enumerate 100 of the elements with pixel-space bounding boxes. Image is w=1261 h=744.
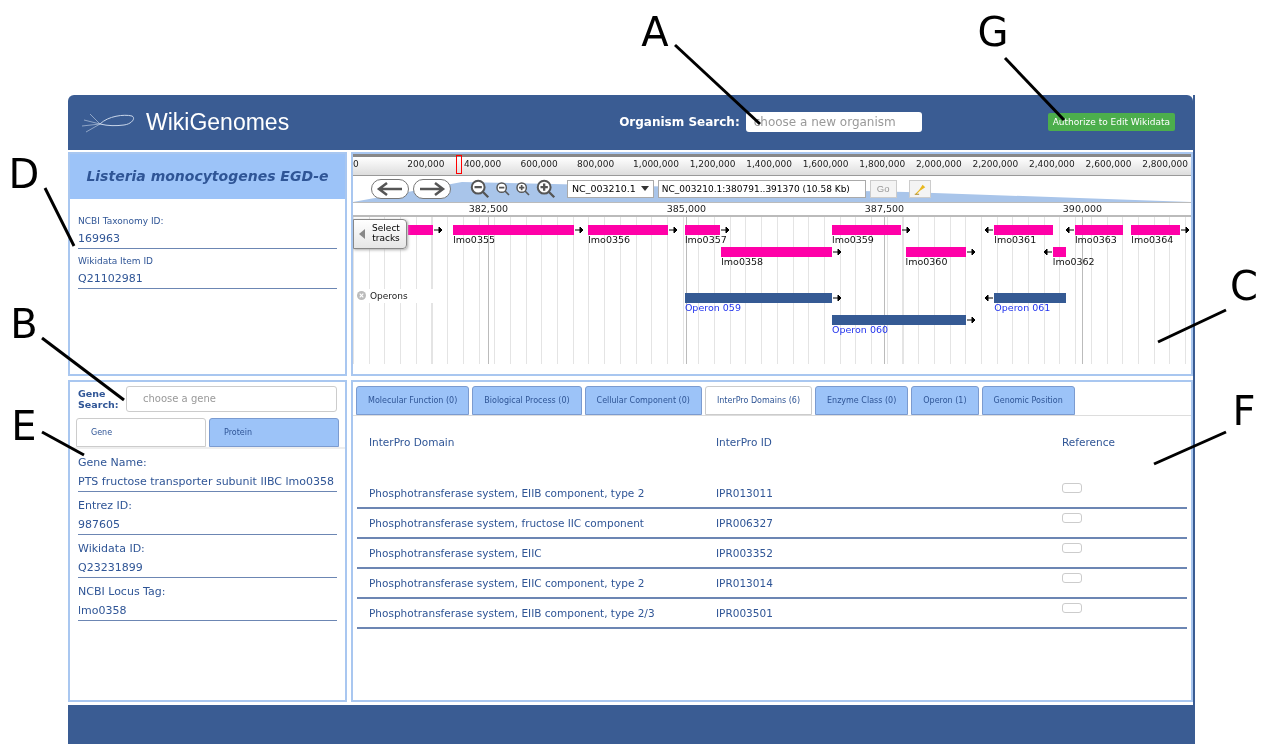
gene-bar[interactable] (994, 224, 1053, 235)
field-label: Wikidata Item ID (78, 254, 154, 268)
tab[interactable]: Genomic Position (981, 385, 1075, 415)
close-icon[interactable] (357, 291, 366, 301)
select-tracks-button[interactable]: Select tracks (353, 218, 407, 249)
location-field[interactable]: NC_003210.1:380791..391370 (10.58 Kb) (657, 179, 866, 198)
field-value: lmo0358 (78, 599, 337, 621)
tab[interactable]: InterPro Domains (6) (704, 385, 812, 415)
ruler-label: 387,500 (864, 202, 905, 214)
gene-label[interactable]: lmo0357 (684, 233, 727, 245)
gene-bar[interactable] (1052, 246, 1066, 257)
leader-line (41, 430, 85, 457)
operon-label[interactable]: Operon 061 (994, 301, 1051, 313)
ruler-label: 1,000,000 (633, 158, 679, 169)
field-label: Entrez ID: (78, 497, 133, 514)
table-cell-text: IPR006327 (716, 516, 774, 529)
search-label: Organism Search: (619, 115, 740, 130)
tab[interactable]: Cellular Component (0) (584, 385, 702, 415)
gene-bar[interactable] (1074, 224, 1124, 235)
gene-bar[interactable] (721, 246, 832, 257)
column-header: Reference (1062, 435, 1115, 448)
column-header: InterPro Domain (369, 435, 456, 448)
gene-label[interactable]: lmo0356 (588, 233, 631, 245)
overview-ruler[interactable]: 0 200,000 400,000 600,000 800,000 1,000,000 1,200,000 1,400,000 1,600,000 1,800,000 2,000,000 2,200,000 2,400,000 2,600,000 2,800,000 (353, 153, 1191, 176)
organism-name: Listeria monocytogenes EGD-e (86, 168, 329, 185)
gene-label[interactable]: lmo0360 (905, 255, 948, 267)
app-title: WikiGenomes (146, 108, 290, 136)
ruler-label: 2,000,000 (915, 158, 962, 169)
tab[interactable]: Enzyme Class (0) (815, 385, 909, 415)
gene-bar[interactable] (684, 224, 721, 235)
tab[interactable]: Biological Process (0) (472, 385, 582, 415)
ruler-label: 2,800,000 (1142, 158, 1188, 169)
ruler-label: 2,400,000 (1029, 158, 1075, 169)
table-cell-text: Phosphotransferase system, EIIC component, type 2 (369, 576, 646, 589)
gene-label[interactable]: lmo0364 (1131, 233, 1174, 245)
field-label: NCBI Taxonomy ID: (78, 214, 165, 228)
ruler-label: 390,000 (1062, 202, 1103, 214)
gene-label[interactable]: lmo0359 (832, 233, 874, 245)
callout-letter: G (977, 9, 1009, 55)
operon-label[interactable]: Operon 059 (684, 301, 741, 313)
ruler-label: 200,000 (407, 158, 445, 169)
zoom-in-icon[interactable] (535, 177, 557, 200)
callout-letter: F (1232, 388, 1256, 434)
ruler-label: 0 (353, 158, 359, 169)
gene-bar[interactable] (588, 224, 668, 235)
ruler-label: 1,600,000 (802, 158, 849, 169)
gene-bar[interactable] (905, 246, 967, 257)
ruler-label: 1,800,000 (859, 158, 906, 169)
search-label: Gene Search: (78, 387, 118, 410)
operon-label[interactable]: Operon 060 (832, 323, 889, 335)
zoom-out-icon[interactable] (495, 180, 511, 197)
pan-right-button[interactable] (413, 178, 451, 199)
table-cell-text: IPR003352 (716, 546, 774, 559)
tab[interactable]: Molecular Function (0) (356, 385, 470, 415)
gene-search-field[interactable]: choose a gene (126, 385, 337, 412)
tab[interactable]: Protein (209, 417, 339, 447)
leader-line (1157, 308, 1227, 344)
field-label: NCBI Locus Tag: (78, 583, 167, 600)
sequence-dropdown[interactable]: NC_003210.1 (567, 179, 654, 198)
tab[interactable]: Gene (76, 417, 206, 447)
gene-bar[interactable] (453, 224, 574, 235)
highlighter-button[interactable] (908, 179, 931, 198)
field-value: Q23231899 (78, 556, 337, 578)
ruler-label: 1,200,000 (689, 158, 736, 169)
table-cell-text: Phosphotransferase system, fructose IIC component (369, 516, 645, 529)
column-header: InterPro ID (716, 435, 773, 448)
table-cell-text: IPR003501 (716, 606, 774, 619)
gene-bar[interactable] (832, 224, 901, 235)
table-cell-text: IPR013014 (716, 576, 774, 589)
ruler-label: 385,000 (666, 202, 707, 214)
organism-search-field[interactable]: choose a new organism (745, 112, 922, 133)
field-label: Gene Name: (78, 454, 148, 471)
leader-line (43, 187, 76, 247)
ruler-label: 400,000 (463, 158, 502, 169)
callout-letter: A (641, 9, 669, 55)
gene-label[interactable]: lmo0355 (453, 233, 495, 245)
pan-left-button[interactable] (371, 178, 409, 199)
gene-label[interactable]: lmo0361 (994, 233, 1037, 245)
zoom-in-icon[interactable] (515, 180, 531, 197)
gene-label[interactable]: lmo0362 (1052, 255, 1095, 267)
gene-bar[interactable] (1131, 224, 1180, 235)
operon-bar[interactable] (832, 314, 967, 325)
ruler-label: 2,200,000 (972, 158, 1019, 169)
operon-bar[interactable] (994, 292, 1066, 303)
gene-bar[interactable] (407, 224, 433, 235)
view-marker[interactable] (456, 154, 463, 174)
tab[interactable]: Operon (1) (911, 385, 979, 415)
callout-letter: E (11, 403, 37, 449)
table-cell-text: Phosphotransferase system, EIIB component, type 2/3 (369, 606, 656, 619)
caret-icon (640, 186, 649, 192)
gene-label[interactable]: lmo0363 (1074, 233, 1117, 245)
ruler-label: 800,000 (577, 158, 615, 169)
ruler-label: 1,400,000 (746, 158, 792, 169)
table-cell-text: Phosphotransferase system, EIIB component, type 2 (369, 486, 646, 499)
gene-label[interactable]: lmo0358 (721, 255, 764, 267)
ruler-label: 2,600,000 (1085, 158, 1132, 169)
callout-letter: B (10, 301, 38, 347)
table-cell-text: Phosphotransferase system, EIIC (369, 546, 543, 559)
zoom-out-icon[interactable] (469, 177, 491, 200)
operon-bar[interactable] (684, 292, 832, 303)
